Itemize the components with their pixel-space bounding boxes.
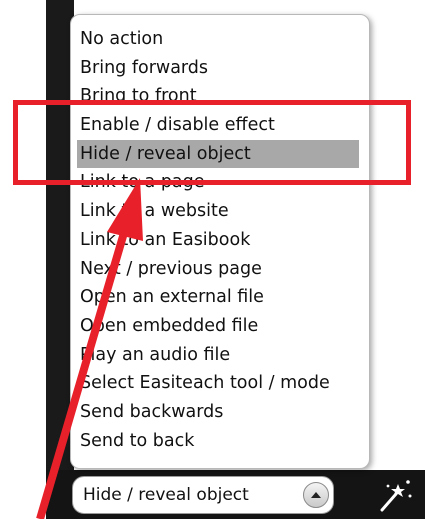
list-item-bring-forwards[interactable]: Bring forwards [77,54,359,83]
magic-wand-icon[interactable] [374,478,414,514]
list-item-link-to-easibook[interactable]: Link to an Easibook [77,226,359,255]
list-item-open-embedded-file[interactable]: Open embedded file [77,312,359,341]
list-item-enable-disable-effect[interactable]: Enable / disable effect [77,111,359,140]
action-select[interactable]: Hide / reveal object [72,476,334,514]
action-select-value: Hide / reveal object [83,485,249,505]
screenshot-stage: No action Bring forwards Bring to front … [0,0,425,519]
chevron-up-icon [311,492,321,498]
list-item-open-external-file[interactable]: Open an external file [77,283,359,312]
list-item-select-easiteach-tool[interactable]: Select Easiteach tool / mode [77,369,359,398]
list-item-next-previous-page[interactable]: Next / previous page [77,255,359,284]
action-dropdown-list: No action Bring forwards Bring to front … [70,14,370,469]
list-item-link-to-website[interactable]: Link to a website [77,197,359,226]
list-item-send-backwards[interactable]: Send backwards [77,398,359,427]
panel-right-area [366,0,425,470]
list-item-hide-reveal-object[interactable]: Hide / reveal object [77,139,359,169]
list-item-link-to-page[interactable]: Link to a page [77,168,359,197]
list-item-send-to-back[interactable]: Send to back [77,427,359,456]
list-item-no-action[interactable]: No action [77,25,359,54]
dropdown-toggle-button[interactable] [303,482,329,508]
list-item-bring-to-front[interactable]: Bring to front [77,82,359,111]
list-item-play-audio-file[interactable]: Play an audio file [77,341,359,370]
